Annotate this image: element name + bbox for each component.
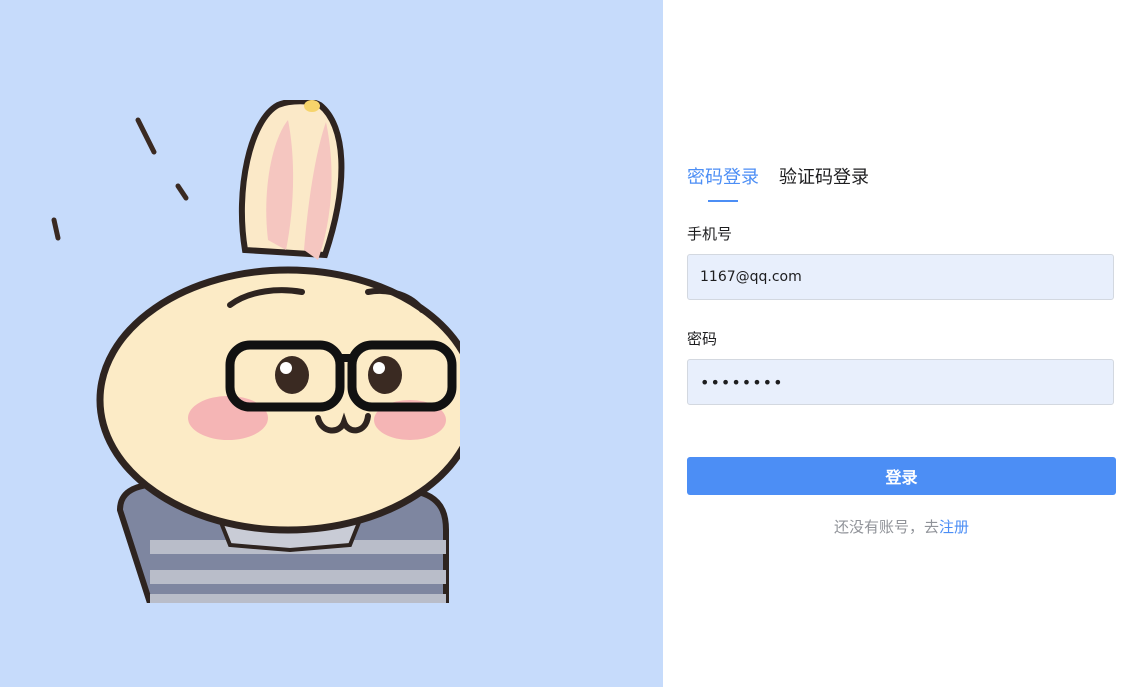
phone-label: 手机号: [687, 225, 733, 243]
illustration-panel: [0, 0, 663, 687]
password-label: 密码: [687, 330, 718, 348]
password-input[interactable]: [687, 359, 1114, 405]
register-prompt-text: 还没有账号，去: [833, 518, 939, 536]
tab-password-login[interactable]: 密码登录: [687, 165, 759, 191]
phone-input[interactable]: [687, 254, 1114, 300]
rabbit-mascot-illustration: [51, 100, 460, 603]
register-prompt: 还没有账号，去注册: [687, 516, 1116, 537]
tab-code-login[interactable]: 验证码登录: [779, 165, 869, 191]
register-link[interactable]: 注册: [939, 518, 969, 536]
login-panel: 密码登录 验证码登录 手机号 密码 登录 还没有账号，去注册: [663, 0, 1132, 687]
login-button[interactable]: 登录: [687, 457, 1116, 495]
login-tabs: 密码登录 验证码登录: [687, 165, 869, 191]
active-tab-indicator: [708, 200, 738, 202]
